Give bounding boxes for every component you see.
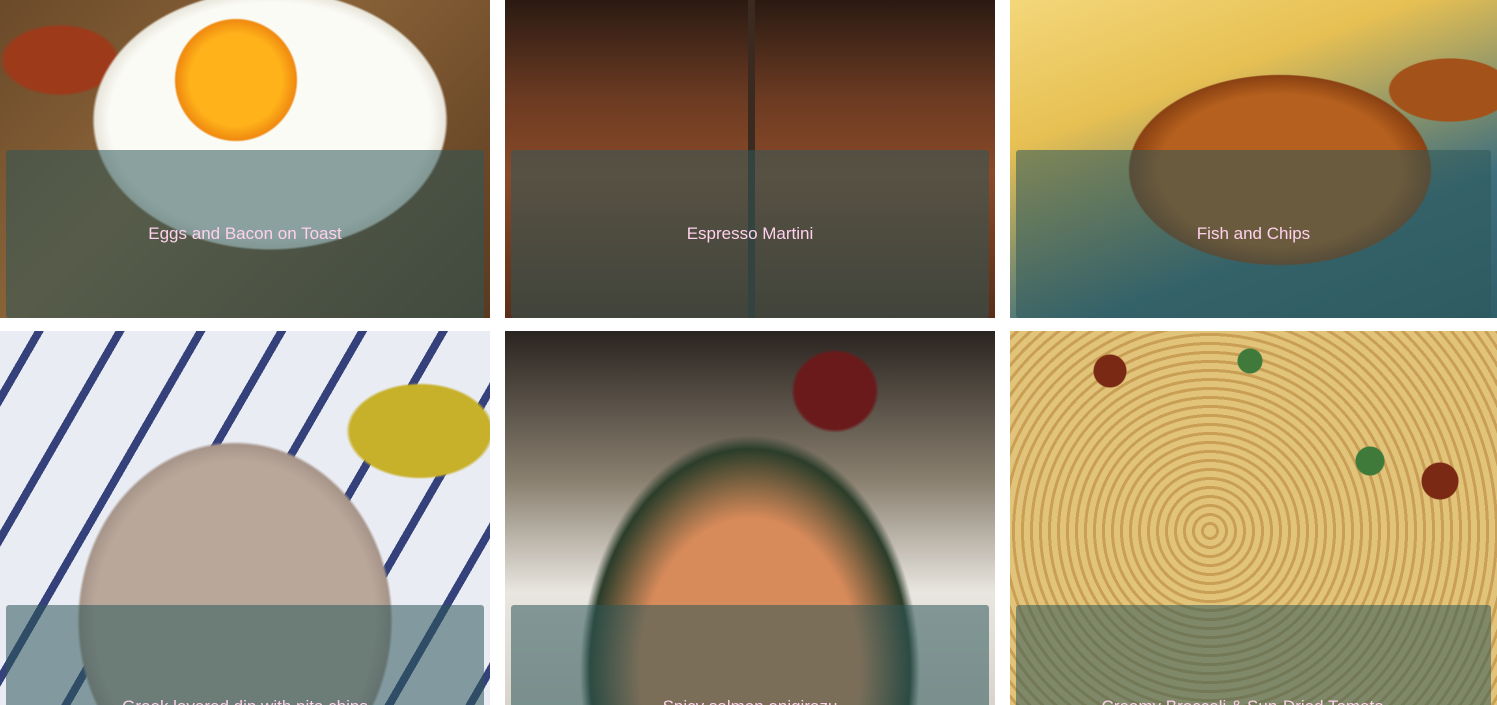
recipe-caption: Fish and Chips	[1016, 150, 1491, 318]
recipe-caption: Creamy Broccoli & Sun-Dried Tomato …	[1016, 605, 1491, 705]
recipe-card[interactable]: Fish and Chips	[1010, 0, 1497, 318]
recipe-card[interactable]: Spicy salmon onigirazu	[505, 331, 995, 705]
recipe-title[interactable]: Eggs and Bacon on Toast	[148, 224, 341, 244]
recipe-title[interactable]: Spicy salmon onigirazu	[663, 697, 838, 705]
recipe-card[interactable]: Creamy Broccoli & Sun-Dried Tomato …	[1010, 331, 1497, 705]
recipe-title[interactable]: Greek layered dip with pita chips	[122, 697, 368, 705]
recipe-card[interactable]: Greek layered dip with pita chips	[0, 331, 490, 705]
recipe-caption: Eggs and Bacon on Toast	[6, 150, 484, 318]
recipe-caption: Greek layered dip with pita chips	[6, 605, 484, 705]
recipe-title[interactable]: Creamy Broccoli & Sun-Dried Tomato …	[1102, 697, 1406, 705]
recipe-caption: Spicy salmon onigirazu	[511, 605, 989, 705]
recipe-grid: Eggs and Bacon on Toast Espresso Martini…	[0, 0, 1497, 705]
recipe-title[interactable]: Espresso Martini	[687, 224, 814, 244]
recipe-card[interactable]: Eggs and Bacon on Toast	[0, 0, 490, 318]
recipe-title[interactable]: Fish and Chips	[1197, 224, 1310, 244]
recipe-card[interactable]: Espresso Martini	[505, 0, 995, 318]
recipe-caption: Espresso Martini	[511, 150, 989, 318]
